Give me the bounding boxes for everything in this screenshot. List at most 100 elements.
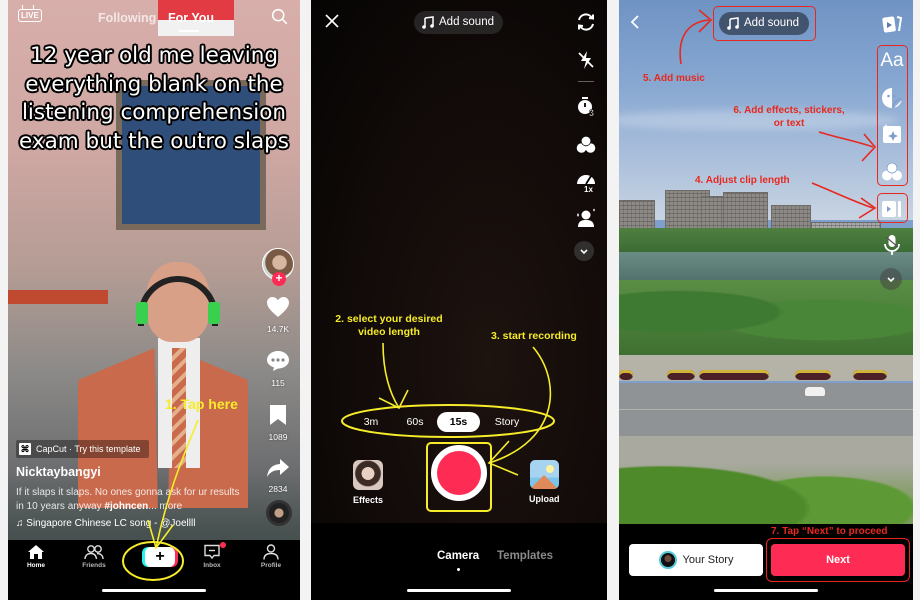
nav-home-label: Home [26, 562, 46, 569]
capcut-template-badge[interactable]: ⌘ CapCut · Try this template [16, 440, 149, 458]
video-person [78, 262, 248, 508]
upload-button[interactable]: Upload [529, 460, 560, 504]
filters-icon[interactable] [575, 134, 597, 156]
music-note-icon [422, 16, 434, 29]
live-icon: LIVE [21, 11, 39, 20]
length-option-story[interactable]: Story [483, 412, 531, 432]
home-indicator [714, 589, 818, 592]
timer-badge: 3 [589, 108, 594, 117]
annotation-select-length: 2. select your desired video length [329, 313, 449, 339]
nav-inbox[interactable]: Inbox [192, 542, 232, 569]
caption-line: listening comprehension [21, 100, 287, 125]
comment-count: 115 [271, 378, 285, 388]
annotation-line: 6. Add effects, stickers, [733, 105, 845, 116]
creator-username[interactable]: Nicktaybangyi [16, 465, 101, 479]
profile-icon [263, 544, 279, 560]
music-track[interactable]: ♫ Singapore Chinese LC song - @Joellll [16, 518, 195, 529]
effects-button[interactable]: Effects [353, 460, 383, 505]
length-option-3m[interactable]: 3m [351, 412, 391, 432]
search-icon[interactable] [271, 8, 288, 25]
nav-profile[interactable]: Profile [251, 544, 291, 569]
annotation-tap-here: 1. Tap here [165, 396, 238, 412]
annotation-adjust-clip: 4. Adjust clip length [695, 175, 790, 186]
annotation-add-effects: 6. Add effects, stickers, or text [719, 104, 859, 130]
close-icon[interactable] [324, 13, 340, 29]
video-caption-overlay: 12 year old me leaving everything blank … [10, 42, 298, 156]
more-link[interactable]: ... more [148, 501, 182, 512]
add-sound-button[interactable]: Add sound [414, 11, 503, 34]
templates-icon[interactable] [880, 12, 904, 36]
add-sound-label: Add sound [439, 16, 494, 28]
inbox-notification-dot [220, 542, 226, 548]
add-sound-button[interactable]: Add sound [719, 12, 809, 35]
editor-screen: Add sound Aa 5. Add music 6. Add effects… [619, 0, 913, 600]
record-button[interactable] [431, 445, 487, 501]
comment-bubble-icon [267, 351, 289, 371]
music-note-icon [727, 17, 739, 30]
caption-line: 12 year old me leaving [30, 43, 278, 68]
nav-home[interactable]: Home [16, 544, 56, 569]
home-indicator [407, 589, 511, 592]
chevron-down-icon [580, 249, 588, 255]
speed-icon[interactable]: 1x [575, 170, 597, 192]
comment-button[interactable]: 115 [258, 350, 298, 388]
caption-line: everything blank on the [25, 71, 283, 97]
creator-avatar[interactable]: + [262, 248, 294, 286]
annotation-clip-box [877, 193, 908, 223]
template-badge-label: CapCut · Try this template [36, 444, 141, 454]
active-mode-indicator [457, 568, 460, 571]
voiceover-icon[interactable] [880, 233, 904, 257]
annotation-line: 2. select your desired [335, 313, 443, 325]
active-tab-indicator [179, 30, 199, 32]
nav-inbox-label: Inbox [203, 562, 221, 569]
video-car [805, 387, 825, 396]
feed-top-bar: LIVE Following For You [8, 6, 300, 32]
nav-friends-label: Friends [82, 562, 106, 569]
save-button[interactable]: 1089 [258, 404, 298, 442]
annotation-effects-box [877, 45, 908, 186]
video-park [619, 280, 913, 360]
your-story-button[interactable]: Your Story [629, 544, 763, 576]
follow-plus-icon[interactable]: + [272, 272, 286, 286]
create-plus-icon: + [155, 548, 165, 565]
home-icon [28, 545, 44, 559]
effects-label: Effects [353, 495, 384, 505]
beautify-icon[interactable] [575, 207, 597, 229]
more-tools-button[interactable] [574, 241, 594, 261]
story-avatar [658, 551, 677, 569]
video-description[interactable]: If it slaps it slaps. No ones gonna ask … [16, 486, 246, 514]
flash-off-icon[interactable] [575, 49, 597, 71]
like-button[interactable]: 14.7K [258, 296, 298, 334]
mode-templates-tab[interactable]: Templates [497, 550, 553, 562]
rail-divider [578, 81, 594, 82]
music-disc-icon[interactable] [266, 500, 292, 526]
hashtag-link[interactable]: #johncen [104, 501, 148, 512]
share-arrow-icon [267, 459, 289, 477]
friends-icon [84, 545, 104, 560]
bookmark-icon [270, 405, 286, 425]
heart-icon [267, 297, 289, 317]
add-sound-label: Add sound [744, 17, 799, 29]
length-option-60s[interactable]: 60s [395, 412, 435, 432]
annotation-line: video length [358, 326, 420, 338]
create-button[interactable]: + [145, 547, 175, 567]
video-length-selector: 3m 60s 15s Story [351, 412, 567, 432]
length-option-15s[interactable]: 15s [437, 412, 480, 432]
next-button[interactable]: Next [771, 544, 905, 576]
speed-badge: 1x [584, 185, 593, 192]
bottom-nav: Home Friends + Inbox Profile [8, 540, 300, 600]
mode-camera-tab[interactable]: Camera [437, 550, 479, 562]
share-count: 2834 [268, 484, 288, 494]
live-button[interactable]: LIVE [18, 9, 42, 22]
timer-icon[interactable]: 3 [575, 95, 597, 117]
flip-camera-icon[interactable] [575, 11, 597, 33]
upload-label: Upload [529, 494, 560, 504]
tab-following[interactable]: Following [98, 11, 156, 25]
video-treeline [619, 228, 913, 254]
more-tools-button[interactable] [880, 268, 902, 290]
caption-line: exam but the outro slaps [19, 128, 289, 154]
tab-for-you[interactable]: For You [168, 11, 214, 25]
nav-friends[interactable]: Friends [74, 544, 114, 569]
back-chevron-icon[interactable] [629, 14, 641, 30]
share-button[interactable]: 2834 [258, 458, 298, 494]
